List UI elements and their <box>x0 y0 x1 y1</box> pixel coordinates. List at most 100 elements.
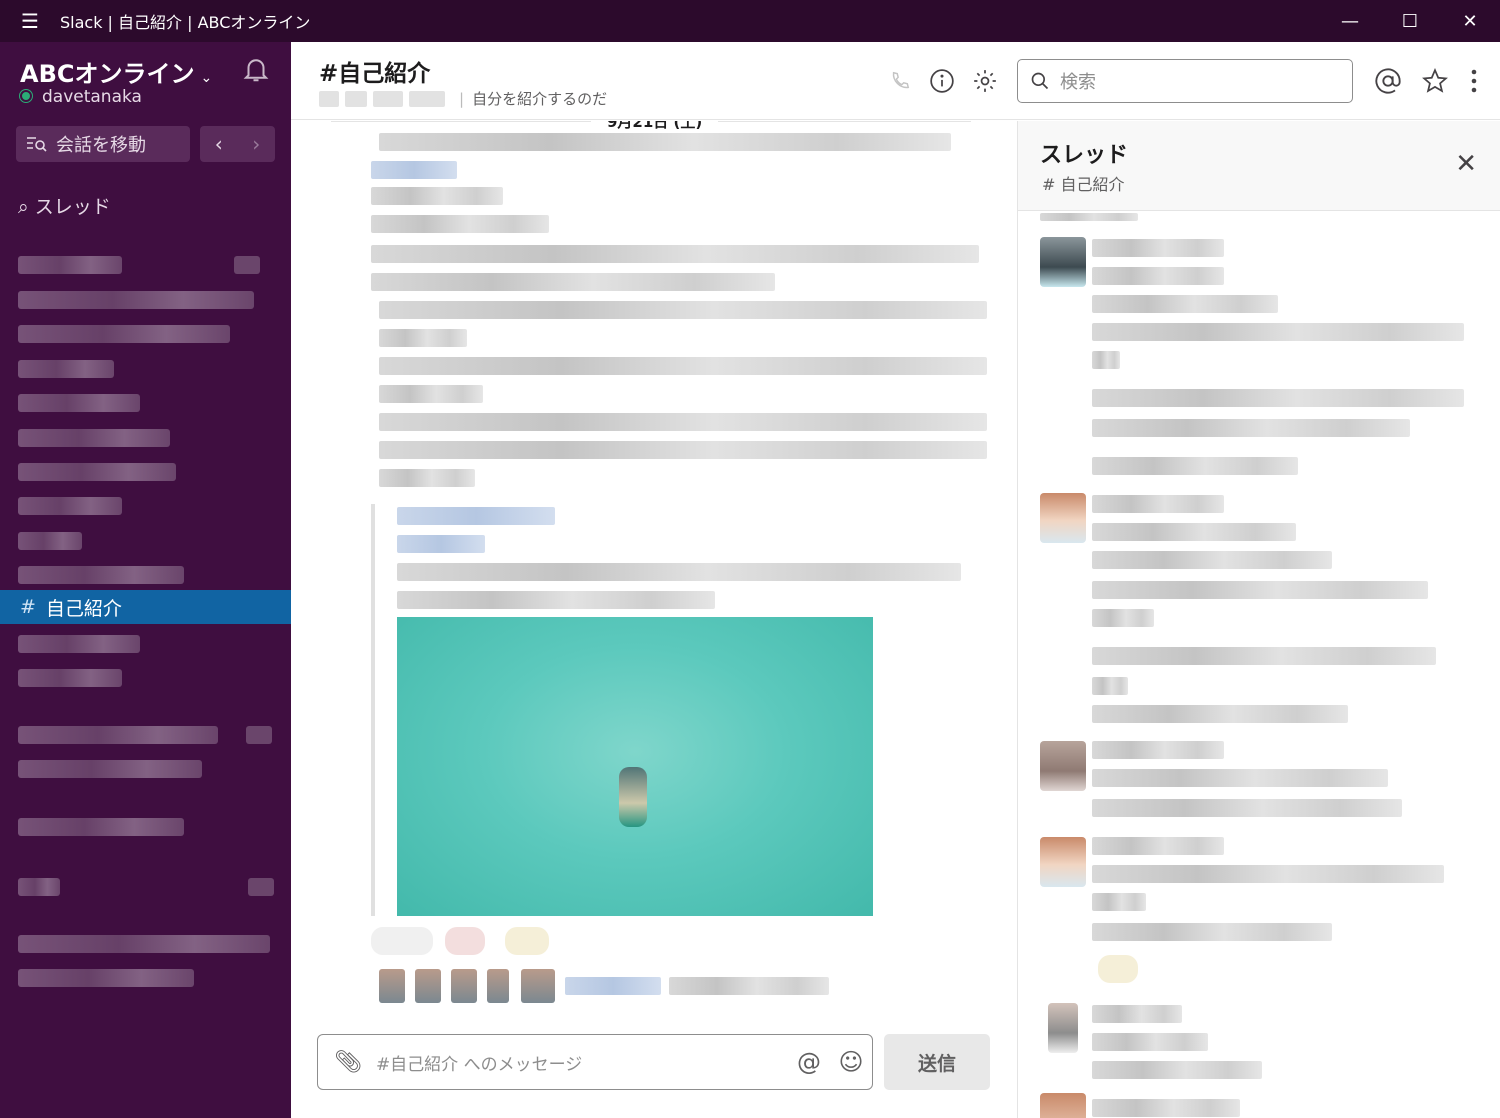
sidebar-item-blurred[interactable] <box>18 635 140 653</box>
close-icon[interactable]: ✕ <box>1440 0 1500 42</box>
reply-time-blurred <box>669 977 829 995</box>
search-list-icon <box>27 137 47 152</box>
gear-icon[interactable] <box>970 66 1000 96</box>
message-text-blurred <box>379 413 987 431</box>
meta-divider: | <box>459 89 465 108</box>
current-user[interactable]: davetanaka <box>20 87 142 107</box>
reaction-pill[interactable] <box>505 927 549 955</box>
meta-blurred <box>373 90 403 107</box>
sidebar-item-blurred[interactable] <box>18 394 140 412</box>
thread-text-blurred <box>1092 1099 1240 1117</box>
at-icon[interactable] <box>1373 66 1403 96</box>
attachment-text-blurred <box>397 563 961 581</box>
attachment-author-blurred[interactable] <box>397 507 555 525</box>
thread-avatar[interactable] <box>1040 1093 1086 1118</box>
minimize-icon[interactable]: — <box>1320 0 1380 42</box>
reply-avatar[interactable] <box>415 969 441 1003</box>
thread-text-blurred <box>1092 609 1154 627</box>
emoji-icon[interactable]: ☺ <box>830 1041 872 1083</box>
channel-title[interactable]: #自己紹介 <box>319 54 430 88</box>
paperclip-icon[interactable]: 📎︎ <box>334 1050 362 1075</box>
thread-author-blurred[interactable] <box>1092 837 1224 855</box>
thread-avatar[interactable] <box>1040 237 1086 287</box>
thread-text-blurred <box>1092 705 1348 723</box>
message-composer[interactable]: 📎︎ #自己紹介 へのメッセージ @ ☺ <box>317 1034 873 1090</box>
reaction-pill[interactable] <box>1098 955 1138 983</box>
reply-avatar[interactable] <box>487 969 509 1003</box>
sidebar-item-blurred[interactable] <box>18 325 230 343</box>
thread-avatar[interactable] <box>1048 1003 1078 1053</box>
close-thread-icon[interactable]: ✕ <box>1455 149 1477 179</box>
more-icon[interactable] <box>1459 66 1489 96</box>
back-arrow-icon[interactable]: ‹ <box>200 126 238 162</box>
thread-text-blurred <box>1040 213 1138 221</box>
reply-count-blurred[interactable] <box>565 977 661 995</box>
search-placeholder: 検索 <box>1060 72 1096 93</box>
thread-icon: ⌕ <box>18 196 29 218</box>
thread-author-blurred[interactable] <box>1092 495 1224 513</box>
workspace-name[interactable]: ABCオンライン ⌄ <box>20 54 212 89</box>
sidebar-item-blurred[interactable] <box>18 726 272 744</box>
thread-text-blurred <box>1092 581 1428 599</box>
sidebar-item-blurred[interactable] <box>18 818 184 836</box>
thread-header: スレッド # 自己紹介 ✕ <box>1018 121 1500 211</box>
hamburger-icon[interactable]: ☰ <box>0 9 60 33</box>
meta-blurred <box>345 90 367 107</box>
forward-arrow-icon[interactable]: › <box>238 126 276 162</box>
message-text-blurred <box>379 301 987 319</box>
sidebar-item-blurred[interactable] <box>18 760 202 778</box>
thread-author-blurred[interactable] <box>1092 1005 1182 1023</box>
thread-author-blurred[interactable] <box>1092 741 1224 759</box>
thread-text-blurred <box>1092 1033 1208 1051</box>
sidebar-item-blurred[interactable] <box>18 429 170 447</box>
thread-text-blurred <box>1092 1061 1262 1079</box>
jump-to-button[interactable]: 会話を移動 <box>16 126 190 162</box>
reaction-pill[interactable] <box>445 927 485 955</box>
maximize-icon[interactable]: ☐ <box>1380 0 1440 42</box>
sidebar-item-blurred[interactable] <box>18 669 122 687</box>
image-subject <box>619 767 647 827</box>
reaction-pill[interactable] <box>371 927 433 955</box>
sidebar-item-blurred[interactable] <box>18 256 260 274</box>
sidebar-item-jikoshoukai[interactable]: # 自己紹介 <box>0 590 291 624</box>
thread-pane: スレッド # 自己紹介 ✕ <box>1017 121 1500 1118</box>
thread-text-blurred <box>1092 799 1402 817</box>
reply-avatar[interactable] <box>521 969 555 1003</box>
attachment-image[interactable] <box>397 617 873 916</box>
sidebar-item-blurred[interactable] <box>18 497 122 515</box>
info-icon[interactable] <box>927 66 957 96</box>
message-list[interactable]: 9月21日 (土) <box>291 121 1017 1031</box>
thread-avatar[interactable] <box>1040 837 1086 887</box>
thread-avatar[interactable] <box>1040 741 1086 791</box>
thread-channel-link[interactable]: # 自己紹介 <box>1042 171 1125 195</box>
sidebar-item-threads[interactable]: ⌕ スレッド <box>18 192 111 219</box>
sidebar-item-blurred[interactable] <box>18 291 254 309</box>
bell-icon[interactable] <box>241 54 271 84</box>
thread-author-blurred[interactable] <box>1092 239 1224 257</box>
sidebar-item-blurred[interactable] <box>18 566 184 584</box>
sidebar-item-blurred[interactable] <box>18 878 274 896</box>
link-blurred[interactable] <box>371 161 457 179</box>
phone-icon[interactable] <box>885 66 915 96</box>
sidebar-item-blurred[interactable] <box>18 935 270 953</box>
star-icon[interactable] <box>1420 66 1450 96</box>
send-button[interactable]: 送信 <box>884 1034 990 1090</box>
attachment-link-blurred[interactable] <box>397 535 485 553</box>
sidebar-item-blurred[interactable] <box>18 463 176 481</box>
sidebar-item-blurred[interactable] <box>18 969 194 987</box>
search-input[interactable]: 検索 <box>1017 59 1353 103</box>
thread-text-blurred <box>1092 267 1224 285</box>
reply-avatar[interactable] <box>379 969 405 1003</box>
message-text-blurred <box>371 187 503 205</box>
message-text-blurred <box>379 385 483 403</box>
member-count-blurred[interactable] <box>319 90 339 107</box>
channel-topic[interactable]: 自分を紹介するのだ <box>472 88 607 109</box>
sidebar-item-blurred[interactable] <box>18 532 82 550</box>
reply-avatar[interactable] <box>451 969 477 1003</box>
window-title: Slack | 自己紹介 | ABCオンライン <box>60 13 311 32</box>
search-icon <box>1031 72 1049 90</box>
thread-avatar[interactable] <box>1040 493 1086 543</box>
message-text-blurred <box>379 469 475 487</box>
at-mention-icon[interactable]: @ <box>788 1041 830 1083</box>
sidebar-item-blurred[interactable] <box>18 360 114 378</box>
